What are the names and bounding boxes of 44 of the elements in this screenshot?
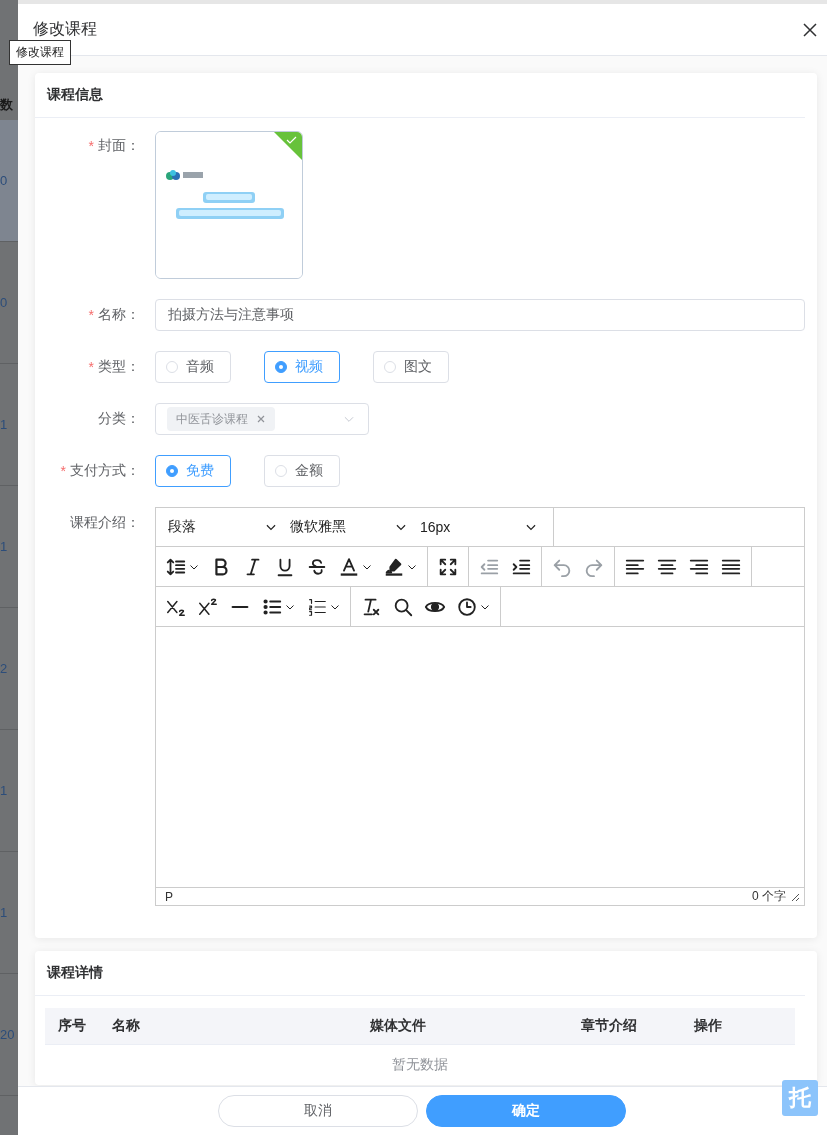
table-cell: 1 [0, 539, 8, 554]
field-label: 支付方式： [70, 462, 140, 480]
required-mark: * [88, 359, 94, 375]
table-cell: 2 [0, 661, 8, 676]
field-label: 封面： [98, 137, 140, 155]
name-input-field[interactable]: 拍摄方法与注意事项 [155, 299, 805, 331]
cancel-button[interactable]: 取消 [217, 1095, 418, 1127]
field-label: 类型： [98, 358, 140, 376]
table-cell: 0 [0, 173, 8, 188]
required-mark: * [88, 307, 94, 323]
radio-button[interactable]: 图文 [373, 351, 449, 383]
table-cell: 0 [0, 295, 8, 310]
dropdown-select[interactable]: 微软雅黑 [286, 508, 416, 546]
dropdown-select[interactable]: 16px [416, 508, 546, 546]
empty-message: 暂无数据 [392, 1056, 448, 1074]
field-label: 名称： [98, 306, 140, 324]
required-mark: * [60, 463, 66, 479]
word-count: 0 个字 [752, 888, 786, 905]
dropdown-select[interactable]: 段落 [156, 508, 286, 546]
table-cell: 20 [0, 1027, 15, 1042]
table-cell: 1 [0, 905, 8, 920]
section-title: 课程信息 [47, 86, 103, 104]
column-header: 操作 [694, 1017, 723, 1035]
table-cell: 1 [0, 417, 8, 432]
radio-button[interactable]: 金额 [264, 455, 340, 487]
radio-button[interactable]: 音频 [155, 351, 231, 383]
table-cell: 1 [0, 783, 8, 798]
field-label: 课程介绍： [69, 513, 141, 532]
close-icon[interactable] [802, 21, 818, 38]
field-label: 分类： [97, 409, 141, 428]
required-mark: * [88, 138, 94, 154]
column-header: 媒体文件 [369, 1017, 427, 1035]
tag-label: 中医舌诊课程 [176, 410, 248, 428]
tooltip: 修改课程 [9, 40, 71, 65]
section-title: 课程详情 [47, 964, 103, 982]
resize-handle-icon[interactable] [790, 891, 800, 902]
drawer-title: 修改课程 [33, 19, 97, 39]
text-color-icon[interactable] [338, 555, 360, 578]
element-path: P [165, 889, 173, 904]
clock-icon[interactable] [456, 595, 478, 618]
column-header: 章节介绍 [580, 1017, 638, 1035]
column-header: 数 [0, 96, 14, 114]
column-header: 名称 [112, 1017, 141, 1035]
column-header: 序号 [58, 1017, 87, 1035]
